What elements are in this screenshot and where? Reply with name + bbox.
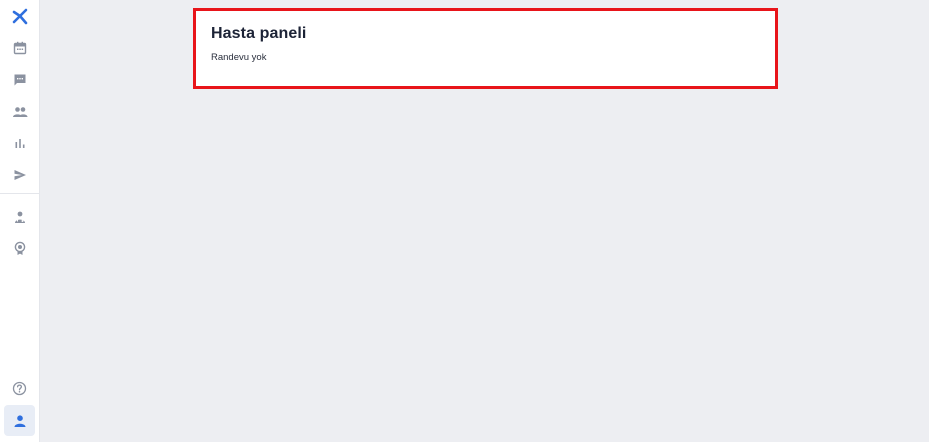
sidebar-item-account[interactable] [4, 405, 35, 436]
badge-icon [14, 241, 25, 255]
sidebar-item-patients[interactable] [4, 98, 35, 126]
chat-icon [14, 74, 25, 86]
sidebar-item-calendar[interactable] [4, 34, 35, 62]
brand-logo-icon [12, 8, 27, 25]
sidebar-item-send[interactable] [4, 161, 35, 189]
main-content: Hasta paneli Randevu yok [41, 0, 929, 442]
send-icon [14, 170, 26, 180]
sidebar-item-statistics[interactable] [4, 129, 35, 157]
sidebar-divider [0, 193, 40, 194]
user-icon [14, 414, 25, 427]
people-icon [12, 107, 27, 117]
patient-panel-card: Hasta paneli Randevu yok [193, 8, 778, 89]
panel-title: Hasta paneli [211, 25, 307, 42]
bar-chart-icon [15, 139, 24, 148]
doctor-icon [14, 211, 25, 223]
sidebar-item-awards[interactable] [4, 234, 35, 262]
empty-appointments-text: Randevu yok [211, 52, 267, 63]
calendar-icon [13, 41, 26, 55]
sidebar [0, 0, 40, 442]
sidebar-item-help[interactable] [4, 374, 35, 402]
help-icon [12, 381, 27, 395]
sidebar-item-messages[interactable] [4, 66, 35, 94]
app-root: Hasta paneli Randevu yok [0, 0, 929, 442]
sidebar-item-doctors[interactable] [4, 203, 35, 231]
logo-button[interactable] [4, 3, 35, 31]
